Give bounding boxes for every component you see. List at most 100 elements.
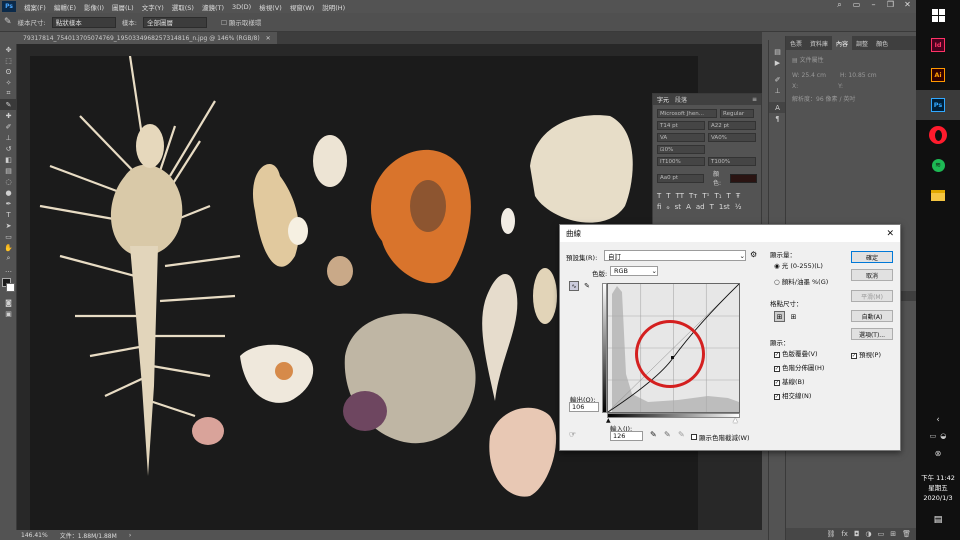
path-select-icon[interactable]: ➤ xyxy=(0,220,17,231)
menu-edit[interactable]: 編輯(E) xyxy=(50,2,80,12)
alternates-icon[interactable]: A xyxy=(686,203,691,211)
smooth-button[interactable]: 平滑(M) xyxy=(851,290,893,302)
eraser-tool-icon[interactable]: ◧ xyxy=(0,154,17,165)
menu-layer[interactable]: 圖層(L) xyxy=(108,2,138,12)
superscript-icon[interactable]: T¹ xyxy=(702,192,709,200)
output-field[interactable]: 106 xyxy=(569,402,599,412)
light-radio[interactable]: ◉ 光 (0-255)(L) xyxy=(774,260,823,270)
hand-tool-icon[interactable]: ✋ xyxy=(0,242,17,253)
dialog-close-icon[interactable]: ✕ xyxy=(886,229,894,239)
channel-select[interactable]: RGB ⌄ xyxy=(610,266,658,276)
menu-view[interactable]: 檢視(V) xyxy=(255,2,286,12)
clock[interactable]: 下午 11:42 星期五 2020/1/3 xyxy=(916,473,960,503)
kerning-field[interactable]: VA xyxy=(657,133,705,142)
font-family-field[interactable]: Microsoft Jhen... xyxy=(657,109,717,118)
screen-mode-icon[interactable]: ▣ xyxy=(0,308,17,319)
white-eyedropper-icon[interactable]: ✎ xyxy=(678,430,685,439)
font-size-field[interactable]: T 14 pt xyxy=(657,121,705,130)
cancel-button[interactable]: 取消 xyxy=(851,269,893,281)
menu-type[interactable]: 文字(Y) xyxy=(138,2,168,12)
close-icon[interactable]: ✕ xyxy=(899,0,916,13)
tab-paragraph[interactable]: 段落 xyxy=(675,95,687,104)
battery-icon[interactable]: ▭ xyxy=(930,432,937,440)
target-adjust-icon[interactable]: ☞ xyxy=(569,430,576,439)
tab-swatches[interactable]: 色票 xyxy=(786,39,806,48)
tab-properties[interactable]: 內容 xyxy=(832,36,853,50)
lasso-tool-icon[interactable]: ʘ xyxy=(0,66,17,77)
faux-italic-icon[interactable]: T xyxy=(666,192,670,200)
brush-panel-icon[interactable]: ✐ xyxy=(769,74,786,85)
font-style-field[interactable]: Regular xyxy=(720,109,754,118)
crop-tool-icon[interactable]: ⌗ xyxy=(0,88,17,99)
menu-help[interactable]: 說明(H) xyxy=(318,2,349,12)
taskbar-spotify[interactable]: ≋ xyxy=(916,150,960,180)
history-brush-icon[interactable]: ↺ xyxy=(0,143,17,154)
input-field[interactable]: 126 xyxy=(610,431,643,441)
paragraph-panel-icon[interactable]: ¶ xyxy=(769,113,786,124)
blur-tool-icon[interactable]: ◌ xyxy=(0,176,17,187)
tray-expand-icon[interactable]: ‹ xyxy=(916,415,960,425)
workspace-icon[interactable]: ▭ xyxy=(848,0,865,13)
trash-icon[interactable]: 🗑 xyxy=(902,530,911,538)
actions-panel-icon[interactable]: ▶ xyxy=(769,57,786,68)
underline-icon[interactable]: T xyxy=(727,192,731,200)
white-point-slider[interactable]: ▲ xyxy=(733,417,738,424)
search-icon[interactable]: ⌕ xyxy=(831,0,848,13)
show-clipping-checkbox[interactable]: 顯示色階截減(W) xyxy=(691,432,750,442)
healing-tool-icon[interactable]: ✚ xyxy=(0,110,17,121)
tab-color[interactable]: 顏色 xyxy=(872,39,892,48)
panel-menu-icon[interactable]: ≡ xyxy=(752,96,761,103)
y-field[interactable]: Y: xyxy=(838,81,843,92)
titling-icon[interactable]: ad xyxy=(696,203,705,211)
sample-size-select[interactable]: 點狀樣本 xyxy=(51,16,116,28)
menu-image[interactable]: 影像(I) xyxy=(80,2,108,12)
menu-file[interactable]: 檔案(F) xyxy=(20,2,50,12)
shape-tool-icon[interactable]: ▭ xyxy=(0,231,17,242)
sample-select[interactable]: 全部圖層 xyxy=(142,16,207,28)
pen-tool-icon[interactable]: ✒ xyxy=(0,198,17,209)
clone-panel-icon[interactable]: ⊥ xyxy=(769,85,786,96)
type-tool-icon[interactable]: T xyxy=(0,209,17,220)
preset-options-icon[interactable]: ⚙ xyxy=(750,250,757,259)
width-field[interactable]: W: 25.4 cm xyxy=(792,70,826,81)
tab-character[interactable]: 字元 xyxy=(657,95,669,104)
mask-icon[interactable]: ◘ xyxy=(854,530,860,538)
tracking-field[interactable]: VA 0% xyxy=(708,133,756,142)
tab-libraries[interactable]: 資料庫 xyxy=(806,39,832,48)
taskbar-indesign[interactable]: Id xyxy=(916,30,960,60)
brush-tool-icon[interactable]: ✐ xyxy=(0,121,17,132)
text-color-swatch[interactable] xyxy=(729,173,757,183)
volume-muted-icon[interactable]: ⊗ xyxy=(916,449,960,458)
character-panel-icon[interactable]: A xyxy=(769,102,786,113)
show-ring-checkbox[interactable]: ☐ 顯示取樣環 xyxy=(221,17,261,27)
stamp-tool-icon[interactable]: ⊥ xyxy=(0,132,17,143)
x-field[interactable]: X: xyxy=(792,81,798,92)
zoom-level[interactable]: 146.41% xyxy=(21,532,48,539)
document-tab[interactable]: 79317814_754013705074769_195033496825731… xyxy=(17,32,277,44)
subscript-icon[interactable]: T₁ xyxy=(714,192,721,200)
link-icon[interactable]: ⛓ xyxy=(826,530,835,538)
eyedropper-icon[interactable]: ✎ xyxy=(4,17,12,27)
faux-bold-icon[interactable]: T xyxy=(657,192,661,200)
tab-adjustments[interactable]: 調整 xyxy=(852,39,872,48)
ligature-icon[interactable]: fi xyxy=(657,203,661,211)
background-color[interactable] xyxy=(6,283,15,292)
quick-select-tool-icon[interactable]: ✧ xyxy=(0,77,17,88)
preview-checkbox[interactable]: ✓ 預視(P) xyxy=(851,349,881,359)
swash-icon[interactable]: ℴ xyxy=(666,203,669,211)
options-button[interactable]: 選項(T)... xyxy=(851,328,893,340)
height-field[interactable]: H: 10.85 cm xyxy=(840,70,877,81)
menu-3d[interactable]: 3D(D) xyxy=(228,3,255,11)
baseline-checkbox[interactable]: ✓ 基線(B) xyxy=(774,376,805,386)
all-caps-icon[interactable]: TT xyxy=(676,192,684,200)
black-eyedropper-icon[interactable]: ✎ xyxy=(650,430,657,439)
baseline-field[interactable]: Aa 0 pt xyxy=(657,173,704,183)
taskbar-explorer[interactable] xyxy=(916,180,960,210)
history-panel-icon[interactable]: ▤ xyxy=(769,46,786,57)
pencil-icon[interactable]: ✎ xyxy=(582,281,592,291)
folder-icon[interactable]: ▭ xyxy=(878,530,885,538)
taskbar-opera[interactable] xyxy=(916,120,960,150)
maximize-icon[interactable]: ❐ xyxy=(882,0,899,13)
menu-filter[interactable]: 濾鏡(T) xyxy=(198,2,228,12)
strikethrough-icon[interactable]: Ŧ xyxy=(736,192,740,200)
